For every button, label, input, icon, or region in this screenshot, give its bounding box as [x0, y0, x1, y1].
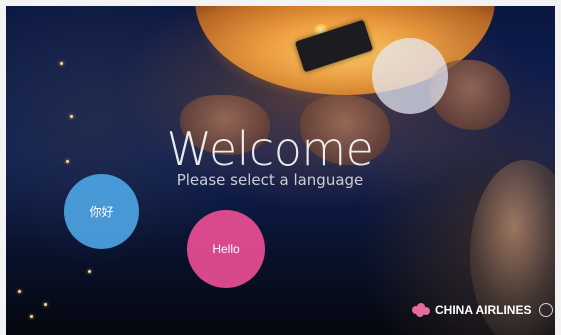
fairy-light [88, 270, 91, 273]
fairy-light [30, 315, 33, 318]
brand-logo: CHINA AIRLINES [412, 303, 554, 317]
language-bubble-chinese[interactable]: 你好 [64, 174, 139, 249]
welcome-screen: Welcome Please select a language 你好 Hell… [0, 0, 561, 335]
fairy-light [44, 303, 47, 306]
language-bubble-english[interactable]: Hello [187, 210, 265, 288]
language-label-english: Hello [212, 242, 240, 256]
fairy-light [70, 115, 73, 118]
seal-icon [539, 303, 554, 317]
welcome-title: Welcome [166, 122, 374, 176]
fairy-light [60, 62, 63, 65]
brand-name: CHINA AIRLINES [435, 303, 532, 317]
language-label-chinese: 你好 [89, 205, 114, 219]
fairy-light [66, 160, 69, 163]
language-bubble-extra[interactable] [372, 38, 448, 114]
fairy-light [18, 290, 21, 293]
welcome-subtitle: Please select a language [176, 171, 364, 189]
plum-blossom-icon [412, 303, 430, 317]
